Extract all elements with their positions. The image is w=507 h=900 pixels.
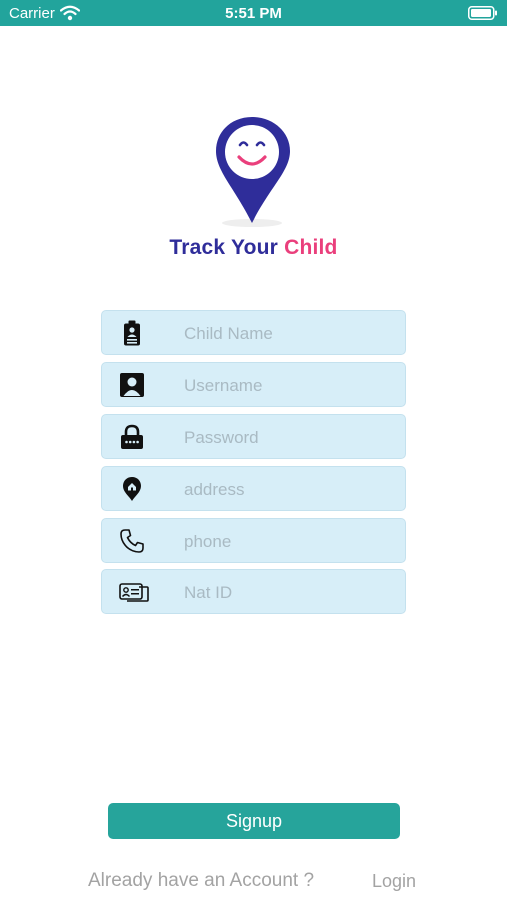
lock-icon xyxy=(119,424,145,450)
app-title-part2: Child xyxy=(284,236,338,259)
id-card-icon xyxy=(119,579,149,605)
child-name-input[interactable] xyxy=(182,311,401,356)
login-link[interactable]: Login xyxy=(372,871,416,892)
battery-icon xyxy=(468,6,498,20)
phone-field xyxy=(101,518,406,564)
signup-button[interactable]: Signup xyxy=(108,803,400,839)
password-input[interactable] xyxy=(182,415,401,460)
child-name-field xyxy=(101,310,406,356)
id-badge-icon xyxy=(119,320,145,346)
address-input[interactable] xyxy=(182,467,401,512)
app-title-part1: Track Your xyxy=(169,236,279,259)
phone-input[interactable] xyxy=(182,519,401,564)
status-bar: Carrier 5:51 PM xyxy=(0,0,507,26)
clock-time: 5:51 PM xyxy=(225,5,282,22)
nat-id-input[interactable] xyxy=(182,570,401,615)
phone-icon xyxy=(119,528,145,554)
username-field xyxy=(101,362,406,408)
nat-id-field xyxy=(101,569,406,615)
app-title: Track Your Child xyxy=(0,236,507,260)
username-input[interactable] xyxy=(182,363,401,408)
app-logo xyxy=(204,115,304,230)
already-have-account-text: Already have an Account ? xyxy=(88,870,315,891)
password-field xyxy=(101,414,406,460)
address-field xyxy=(101,466,406,512)
home-pin-icon xyxy=(119,476,145,502)
user-icon xyxy=(119,372,145,398)
